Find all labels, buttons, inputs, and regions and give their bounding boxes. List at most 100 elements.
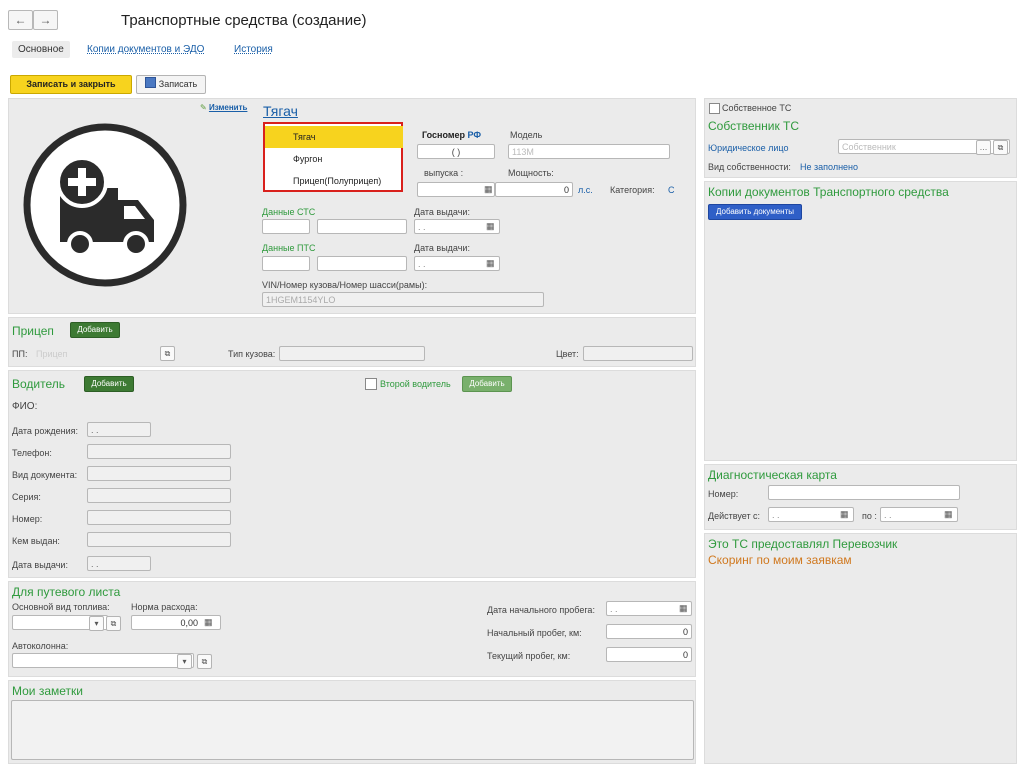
issue-date-field[interactable]: . . [87,556,151,571]
tab-main[interactable]: Основное [12,41,70,58]
own-vehicle-label: Собственное ТС [722,103,792,113]
tab-documents-edo[interactable]: Копии документов и ЭДО [87,44,204,55]
floppy-icon [144,77,156,88]
driver-add-button[interactable]: Добавить [84,376,134,392]
diag-number-label: Номер: [708,489,739,499]
own-vehicle-checkbox[interactable] [709,103,720,114]
calculator-icon[interactable]: ▦ [204,617,213,628]
pts-date-label: Дата выдачи: [414,243,470,253]
color-field[interactable] [583,346,693,361]
carrier-provided-label: Это ТС предоставлял Перевозчик [708,537,898,551]
category-value[interactable]: С [668,185,675,195]
calendar-icon[interactable]: ▦ [486,258,495,269]
gosnomer-label: Госномер РФ [422,130,482,140]
pts-series-field[interactable] [262,256,310,271]
save-button-label: Записать [158,79,198,89]
current-mileage-label: Текущий пробег, км: [487,651,571,661]
series-label: Серия: [12,492,41,502]
open-icon[interactable]: ⧉ [160,346,175,361]
second-driver-label: Второй водитель [380,379,451,389]
open-icon[interactable]: ⧉ [993,140,1008,155]
forward-button[interactable]: → [33,10,58,30]
open-icon[interactable]: ⧉ [106,616,121,631]
calendar-icon[interactable]: ▦ [679,603,688,614]
gosnomer-field[interactable]: ( ) [417,144,495,159]
dropdown-item-van[interactable]: Фургон [265,148,403,170]
save-and-close-button[interactable]: Записать и закрыть [10,75,132,94]
carrier-panel [704,533,1017,764]
model-field[interactable]: 113М [508,144,670,159]
owner-title: Собственник ТС [708,119,800,133]
phone-label: Телефон: [12,448,52,458]
ownership-label: Вид собственности: [708,162,791,172]
birth-field[interactable]: . . [87,422,151,437]
calendar-icon[interactable]: ▦ [944,509,953,520]
change-link-label: Изменить [208,103,248,112]
body-type-field[interactable] [279,346,425,361]
start-mileage-label: Начальный пробег, км: [487,628,582,638]
save-button[interactable]: Записать [136,75,206,94]
pts-label: Данные ПТС [262,243,316,253]
vehicle-type-link[interactable]: Тягач [263,103,298,119]
dropdown-item-tractor[interactable]: Тягач [265,126,403,148]
model-label: Модель [510,130,543,140]
vin-label: VIN/Номер кузова/Номер шасси(рамы): [262,280,428,290]
start-mileage-field[interactable]: 0 [606,624,692,639]
chevron-down-icon[interactable]: ▾ [177,654,192,669]
series-field[interactable] [87,488,231,503]
vehicle-copies-title: Копии документов Транспортного средства [708,185,949,199]
second-driver-checkbox[interactable] [365,378,377,390]
scoring-link[interactable]: Скоринг по моим заявкам [708,553,852,567]
fio-label: ФИО: [12,401,38,412]
tab-history[interactable]: История [234,44,273,55]
open-icon[interactable]: ⧉ [197,654,212,669]
page-title: Транспортные средства (создание) [121,12,367,29]
issued-by-label: Кем выдан: [12,536,60,546]
diag-valid-from-label: Действует с: [708,511,761,521]
power-unit: л.с. [578,185,593,195]
dropdown-item-trailer[interactable]: Прицеп(Полуприцеп) [265,170,403,192]
add-documents-button[interactable]: Добавить документы [708,204,802,220]
doc-type-field[interactable] [87,466,231,481]
notes-textarea[interactable] [11,700,694,760]
waybill-title: Для путевого листа [12,585,121,599]
fuel-label: Основной вид топлива: [12,602,110,612]
sts-label: Данные СТС [262,207,316,217]
legal-entity-link[interactable]: Юридическое лицо [708,143,789,153]
chevron-down-icon[interactable]: ▾ [89,616,104,631]
vehicle-type-dropdown: Тягач Фургон Прицеп(Полуприцеп) [263,122,403,192]
number-field[interactable] [87,510,231,525]
number-label: Номер: [12,514,43,524]
issued-by-field[interactable] [87,532,231,547]
calendar-icon[interactable]: ▦ [486,221,495,232]
ownership-value[interactable]: Не заполнено [800,162,858,172]
change-link[interactable]: ✎ Изменить [200,103,247,112]
back-button[interactable]: ← [8,10,33,30]
vin-field[interactable]: 1HGEM1154YLO [262,292,544,307]
column-field[interactable] [12,653,194,668]
doc-type-label: Вид документа: [12,470,78,480]
calendar-icon[interactable]: ▦ [840,509,849,520]
pts-number-field[interactable] [317,256,407,271]
diag-to-label: по : [862,511,877,521]
sts-date-label: Дата выдачи: [414,207,470,217]
pp-field[interactable]: Прицеп [32,346,172,361]
birth-label: Дата рождения: [12,426,78,436]
power-field[interactable]: 0 [495,182,573,197]
sts-series-field[interactable] [262,219,310,234]
current-mileage-field[interactable]: 0 [606,647,692,662]
calendar-icon[interactable]: ▦ [484,184,493,195]
category-label: Категория: [610,185,655,195]
column-label: Автоколонна: [12,641,69,651]
trailer-title: Прицеп [12,324,54,338]
vehicle-copies-panel [704,181,1017,461]
add-truck-icon[interactable] [20,120,190,290]
more-icon[interactable]: … [976,140,991,155]
color-label: Цвет: [556,349,579,359]
trailer-add-button[interactable]: Добавить [70,322,120,338]
second-driver-add-button[interactable]: Добавить [462,376,512,392]
sts-number-field[interactable] [317,219,407,234]
pencil-icon: ✎ [200,103,207,112]
diag-number-field[interactable] [768,485,960,500]
phone-field[interactable] [87,444,231,459]
